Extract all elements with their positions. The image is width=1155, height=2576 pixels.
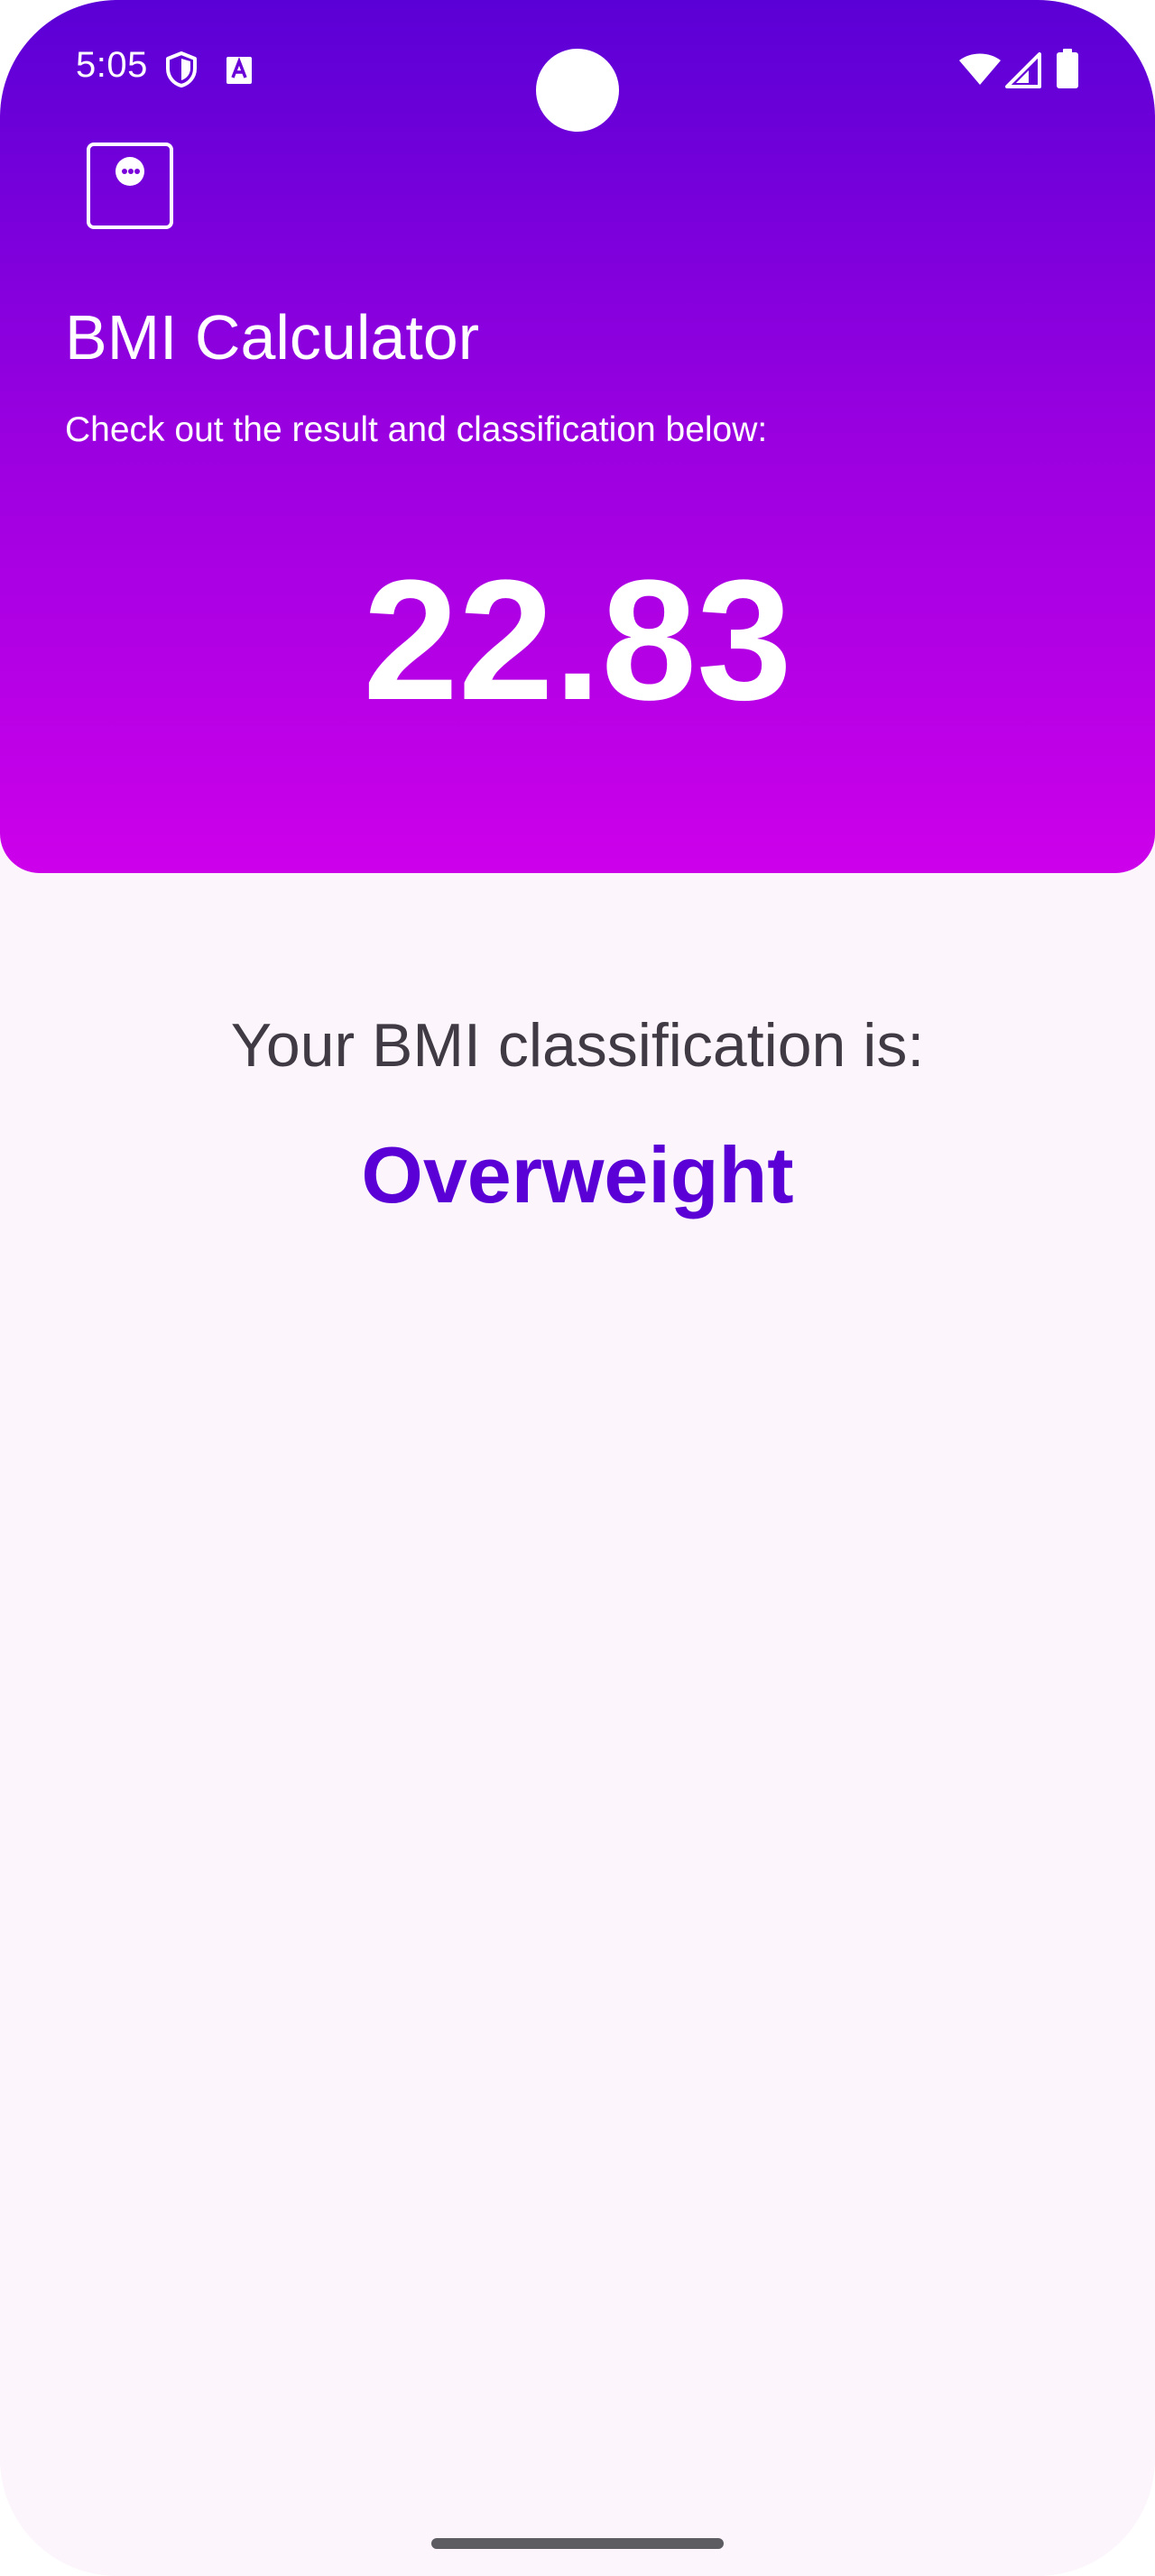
page-subtitle: Check out the result and classification … — [65, 410, 768, 449]
page-title: BMI Calculator — [65, 302, 480, 373]
device-screen: 5:05 BMI Calculator Check out the result… — [0, 0, 1155, 2576]
classification-value: Overweight — [361, 1130, 794, 1219]
home-indicator[interactable] — [431, 2538, 724, 2549]
bmi-result-value: 22.83 — [363, 545, 792, 736]
cell-signal-icon — [1005, 52, 1041, 88]
camera-cutout — [536, 49, 619, 132]
font-a-icon — [226, 57, 252, 84]
app-menu-icon[interactable] — [87, 143, 173, 229]
status-time: 5:05 — [76, 45, 148, 85]
battery-icon — [1057, 49, 1078, 88]
wifi-icon — [959, 53, 1001, 85]
result-header: 5:05 BMI Calculator Check out the result… — [0, 0, 1155, 873]
classification-label: Your BMI classification is: — [230, 1011, 925, 1080]
shield-icon — [166, 51, 197, 87]
chat-bubble-icon — [116, 157, 144, 186]
